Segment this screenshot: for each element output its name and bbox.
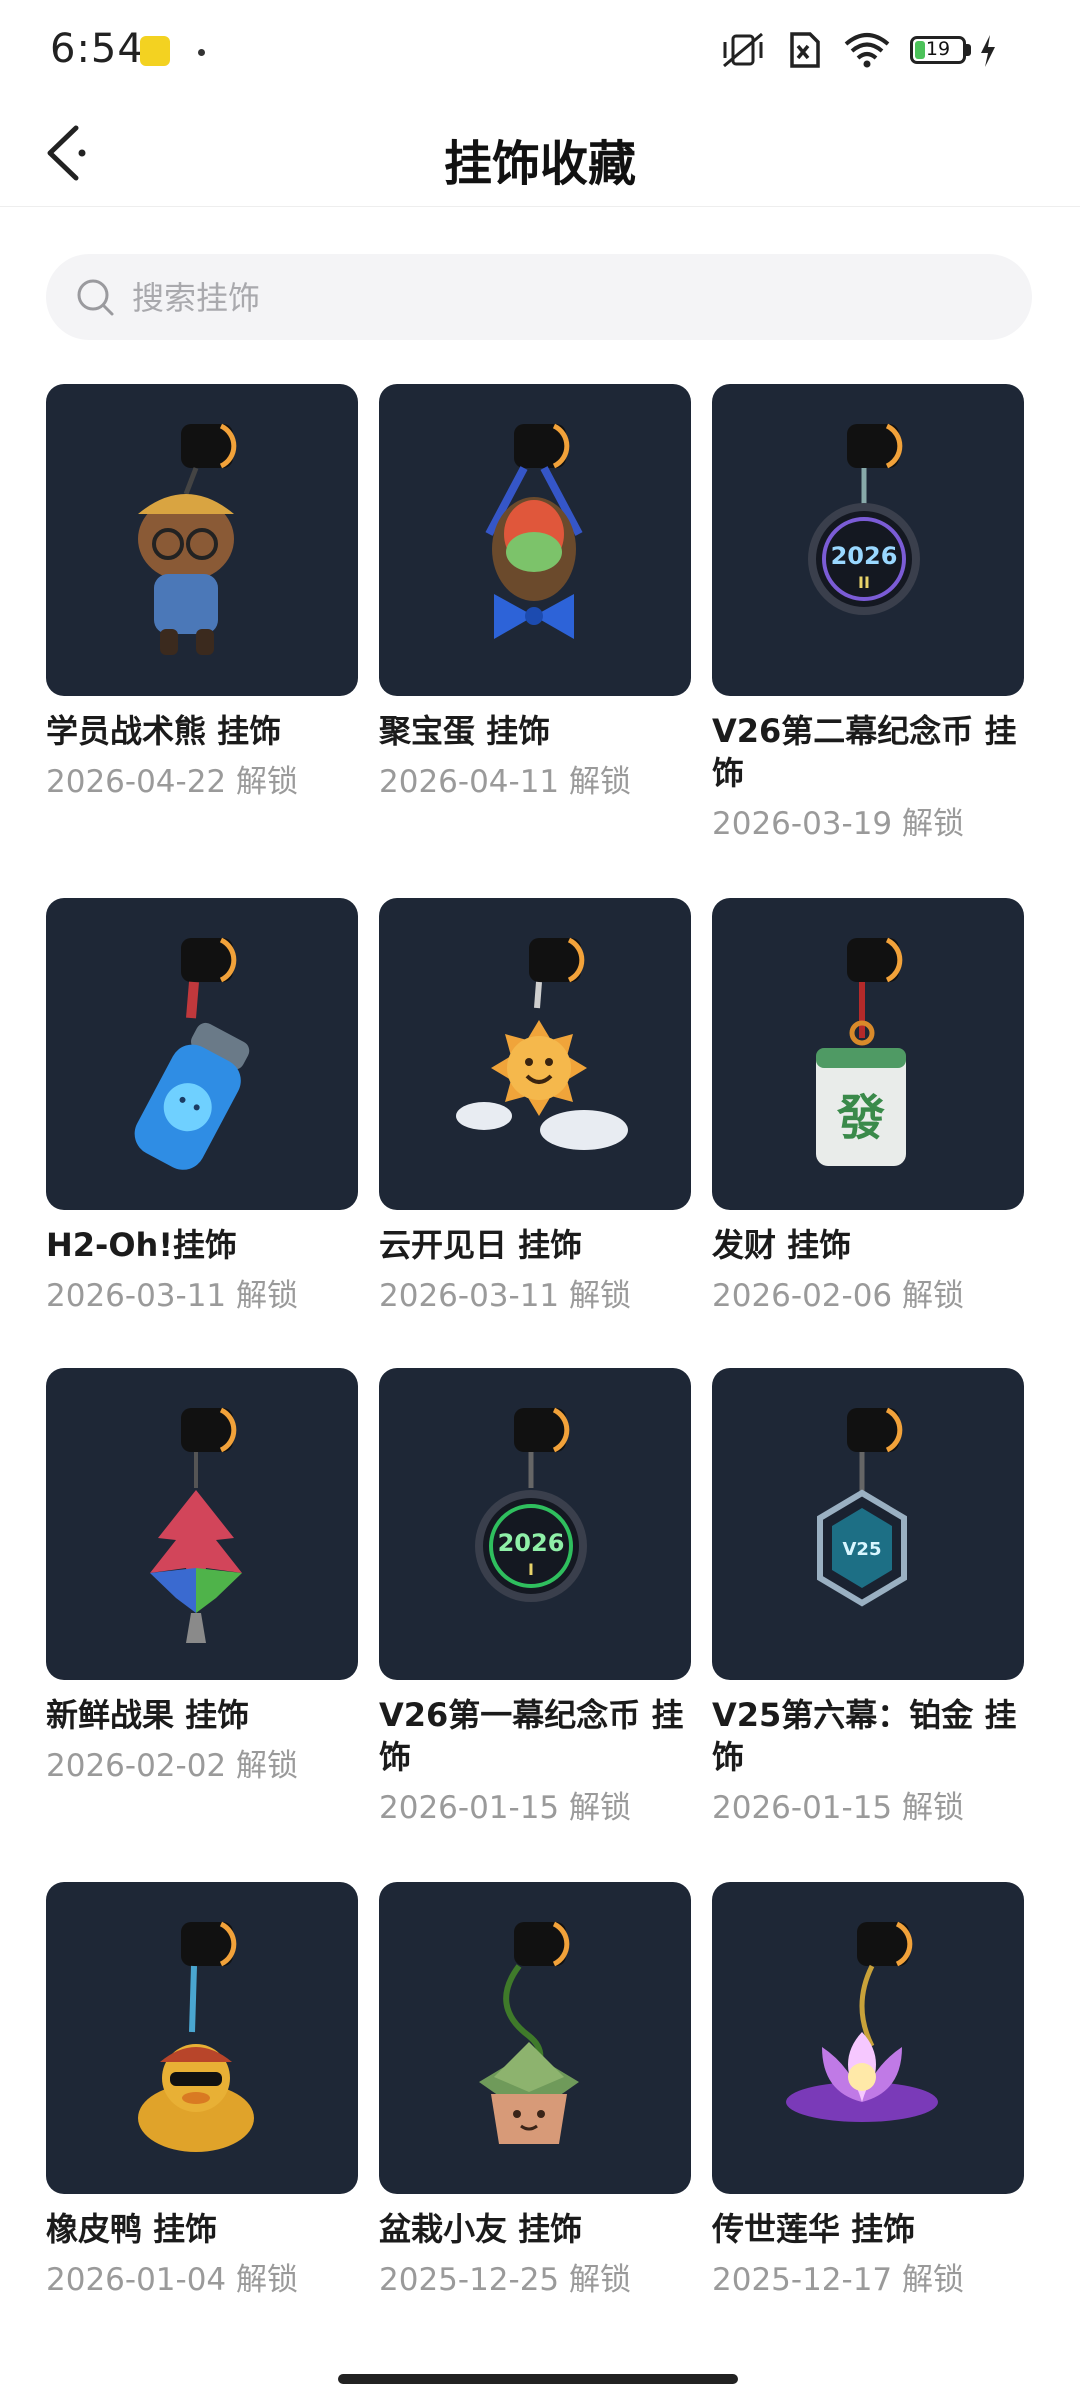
status-time: 6:54 [50,26,144,72]
charm-unlock-date: 2026-03-11 解锁 [46,1278,299,1314]
status-icons: 19 [720,30,1020,74]
charm-thumbnail [379,384,691,696]
svg-text:2026: 2026 [498,1529,565,1557]
charm-card[interactable]: V25 V25第六幕：铂金 挂饰 2026-01-15 解锁 [712,1368,1024,1828]
battery-icon: 19 [910,36,966,64]
search-icon [77,279,114,316]
charm-card[interactable]: 2026 I V26第一幕纪念币 挂饰 2026-01-15 解锁 [379,1368,691,1828]
treasure-egg-charm-icon [485,423,583,639]
wifi-icon [844,33,890,68]
charm-unlock-date: 2025-12-17 解锁 [712,2262,965,2298]
charm-card[interactable]: 發 发财 挂饰 2026-02-06 解锁 [712,898,1024,1316]
charm-thumbnail: V25 [712,1368,1024,1680]
charm-name: 盆栽小友 挂饰 [379,2210,583,2248]
charm-thumbnail [46,898,358,1210]
svg-text:I: I [528,1560,534,1579]
charm-card[interactable]: 橡皮鸭 挂饰 2026-01-04 解锁 [46,1882,358,2300]
charm-thumbnail [46,384,358,696]
svg-text:V25: V25 [843,1539,882,1560]
charm-name: 云开见日 挂饰 [379,1226,583,1264]
charm-thumbnail [379,1882,691,2194]
svg-text:II: II [858,573,870,592]
charm-thumbnail [712,1882,1024,2194]
charm-name: 学员战术熊 挂饰 [46,712,282,750]
charm-name: 发财 挂饰 [712,1226,852,1264]
charm-name: 橡皮鸭 挂饰 [46,2210,218,2248]
water-bottle-charm-icon [134,937,250,1170]
charm-name: 聚宝蛋 挂饰 [379,712,551,750]
charm-thumbnail [46,1368,358,1680]
charm-unlock-date: 2026-04-22 解锁 [46,764,299,800]
v26-act1-coin-charm-icon: 2026 I [475,1407,587,1602]
charm-name: H2-Oh!挂饰 [46,1226,237,1264]
charm-name: V25第六幕：铂金 挂饰 [712,1696,1017,1776]
charm-unlock-date: 2026-01-15 解锁 [712,1790,965,1826]
vibrate-off-icon [723,32,763,68]
home-indicator[interactable] [338,2374,738,2384]
charm-card[interactable]: 盆栽小友 挂饰 2025-12-25 解锁 [379,1882,691,2300]
app-header: 挂饰收藏 [0,100,1080,207]
charm-thumbnail [46,1882,358,2194]
v26-act2-coin-charm-icon: 2026 II [808,423,920,615]
charm-thumbnail [379,898,691,1210]
charm-thumbnail: 2026 I [379,1368,691,1680]
charm-card[interactable]: 新鲜战果 挂饰 2026-02-02 解锁 [46,1368,358,1786]
charm-unlock-date: 2026-03-11 解锁 [379,1278,632,1314]
charm-unlock-date: 2026-01-04 解锁 [46,2262,299,2298]
battery-level: 19 [925,38,951,60]
search-input[interactable] [130,254,994,342]
charging-icon [981,35,995,67]
search-bar[interactable] [46,254,1032,342]
leaf-charm-icon [150,1407,242,1643]
charm-name: 传世莲华 挂饰 [712,2210,916,2248]
page-title: 挂饰收藏 [443,136,636,192]
charm-card[interactable]: 学员战术熊 挂饰 2026-04-22 解锁 [46,384,358,802]
lotus-charm-icon [786,1921,938,2122]
charm-unlock-date: 2026-02-02 解锁 [46,1748,299,1784]
charm-name: V26第二幕纪念币 挂饰 [712,712,1017,792]
charm-card[interactable]: 聚宝蛋 挂饰 2026-04-11 解锁 [379,384,691,802]
charm-card[interactable]: H2-Oh!挂饰 2026-03-11 解锁 [46,898,358,1316]
charm-thumbnail: 2026 II [712,384,1024,696]
charm-card[interactable]: 传世莲华 挂饰 2025-12-17 解锁 [712,1882,1024,2300]
svg-text:2026: 2026 [831,542,898,570]
sim-none-icon [790,32,820,68]
v25-platinum-charm-icon: V25 [817,1407,907,1607]
charm-unlock-date: 2026-03-19 解锁 [712,806,965,842]
rubber-duck-charm-icon [138,1921,254,2152]
charm-unlock-date: 2026-01-15 解锁 [379,1790,632,1826]
tactical-bear-charm-icon [138,423,237,655]
charm-unlock-date: 2026-04-11 解锁 [379,764,632,800]
charm-card[interactable]: 云开见日 挂饰 2026-03-11 解锁 [379,898,691,1316]
app-notification-icon [140,36,170,66]
succulent-pot-charm-icon [479,1921,579,2144]
svg-text:發: 發 [836,1090,885,1146]
sun-cloud-charm-icon [456,937,628,1150]
charm-name: 新鲜战果 挂饰 [46,1696,250,1734]
status-bar: 6:54 19 [0,0,1080,100]
charm-unlock-date: 2026-02-06 解锁 [712,1278,965,1314]
charm-card[interactable]: 2026 II V26第二幕纪念币 挂饰 2026-03-19 解锁 [712,384,1024,844]
notification-dot-icon [198,49,205,56]
charm-thumbnail: 發 [712,898,1024,1210]
charm-unlock-date: 2025-12-25 解锁 [379,2262,632,2298]
charm-name: V26第一幕纪念币 挂饰 [379,1696,684,1776]
mahjong-tile-charm-icon: 發 [816,937,906,1166]
battery-cap [966,44,971,56]
